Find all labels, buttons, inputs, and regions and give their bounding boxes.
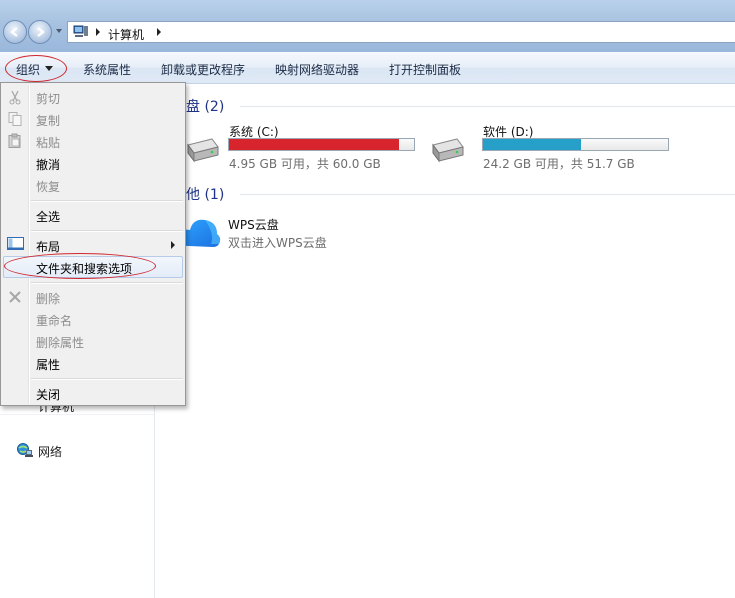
submenu-arrow-icon [171, 241, 175, 249]
layout-icon [7, 237, 24, 250]
menu-item-delete[interactable]: 删除 [3, 286, 183, 308]
back-button[interactable] [3, 20, 27, 44]
menu-item-cut[interactable]: 剪切 [3, 86, 183, 108]
network-icon [17, 443, 33, 457]
address-bar[interactable]: 计算机 [67, 21, 735, 43]
menu-item-close[interactable]: 关闭 [3, 382, 183, 404]
forward-arrow-icon [37, 27, 45, 37]
menu-item-properties[interactable]: 属性 [3, 352, 183, 374]
menu-item-rename[interactable]: 重命名 [3, 308, 183, 330]
menu-item-undo[interactable]: 撤消 [3, 152, 183, 174]
drive-d-space-info: 24.2 GB 可用，共 51.7 GB [483, 157, 635, 171]
menu-item-close-label: 关闭 [36, 388, 61, 402]
computer-icon [73, 25, 88, 37]
command-bar: 组织 系统属性 卸载或更改程序 映射网络驱动器 打开控制面板 [0, 52, 735, 84]
window-title-area: 计算机 [0, 0, 735, 52]
menu-item-remove-properties[interactable]: 删除属性 [3, 330, 183, 352]
menu-separator [31, 282, 183, 284]
wps-cloud-name: WPS云盘 [228, 218, 279, 232]
wps-cloud-description: 双击进入WPS云盘 [228, 236, 327, 250]
menu-item-cut-label: 剪切 [36, 92, 61, 106]
menu-item-layout-label: 布局 [36, 240, 61, 254]
drive-d-usage-fill [483, 139, 582, 150]
group-divider [240, 194, 735, 195]
menu-item-redo[interactable]: 恢复 [3, 174, 183, 196]
hard-drive-icon [187, 138, 219, 163]
menu-item-delete-label: 删除 [36, 292, 61, 306]
hard-drive-icon [432, 138, 464, 163]
uninstall-program-button[interactable]: 卸载或更改程序 [161, 61, 245, 78]
menu-item-select-all-label: 全选 [36, 210, 61, 224]
drive-d-usage-bar [482, 138, 669, 151]
system-properties-button[interactable]: 系统属性 [83, 61, 131, 78]
menu-item-rename-label: 重命名 [36, 314, 73, 328]
annotation-oval-organize [5, 55, 67, 82]
breadcrumb-chevron-icon[interactable] [157, 28, 161, 36]
nav-divider [0, 414, 154, 415]
organize-menu: 剪切 复制 粘贴 撤消 恢复 全选 布局 文件夹和搜索选项 删除 重命名 删除属… [0, 82, 186, 406]
copy-icon [8, 112, 22, 126]
menu-item-copy[interactable]: 复制 [3, 108, 183, 130]
drive-c-usage-fill [229, 139, 399, 150]
menu-separator [31, 200, 183, 202]
menu-item-select-all[interactable]: 全选 [3, 204, 183, 226]
paste-icon [8, 133, 21, 148]
forward-button[interactable] [28, 20, 52, 44]
delete-icon [9, 291, 21, 303]
menu-separator [31, 378, 183, 380]
menu-separator [31, 230, 183, 232]
recent-pages-dropdown[interactable] [56, 29, 62, 33]
menu-item-properties-label: 属性 [36, 358, 61, 372]
back-arrow-icon [10, 27, 18, 37]
nav-item-network-label: 网络 [38, 445, 63, 459]
menu-item-paste[interactable]: 粘贴 [3, 130, 183, 152]
breadcrumb-computer[interactable]: 计算机 [108, 26, 144, 43]
breadcrumb-separator-icon[interactable] [96, 28, 100, 36]
drive-c-usage-bar [228, 138, 415, 151]
open-control-panel-button[interactable]: 打开控制面板 [389, 61, 461, 78]
menu-item-paste-label: 粘贴 [36, 136, 61, 150]
menu-item-remove-properties-label: 删除属性 [36, 336, 85, 350]
nav-item-network[interactable]: 网络 [16, 442, 62, 461]
drive-c-space-info: 4.95 GB 可用，共 60.0 GB [229, 157, 381, 171]
menu-item-undo-label: 撤消 [36, 158, 61, 172]
menu-item-redo-label: 恢复 [36, 180, 61, 194]
scissors-icon [9, 90, 21, 105]
map-network-drive-button[interactable]: 映射网络驱动器 [275, 61, 359, 78]
group-divider [240, 106, 735, 107]
menu-item-copy-label: 复制 [36, 114, 61, 128]
annotation-oval-folder-options [4, 253, 156, 279]
